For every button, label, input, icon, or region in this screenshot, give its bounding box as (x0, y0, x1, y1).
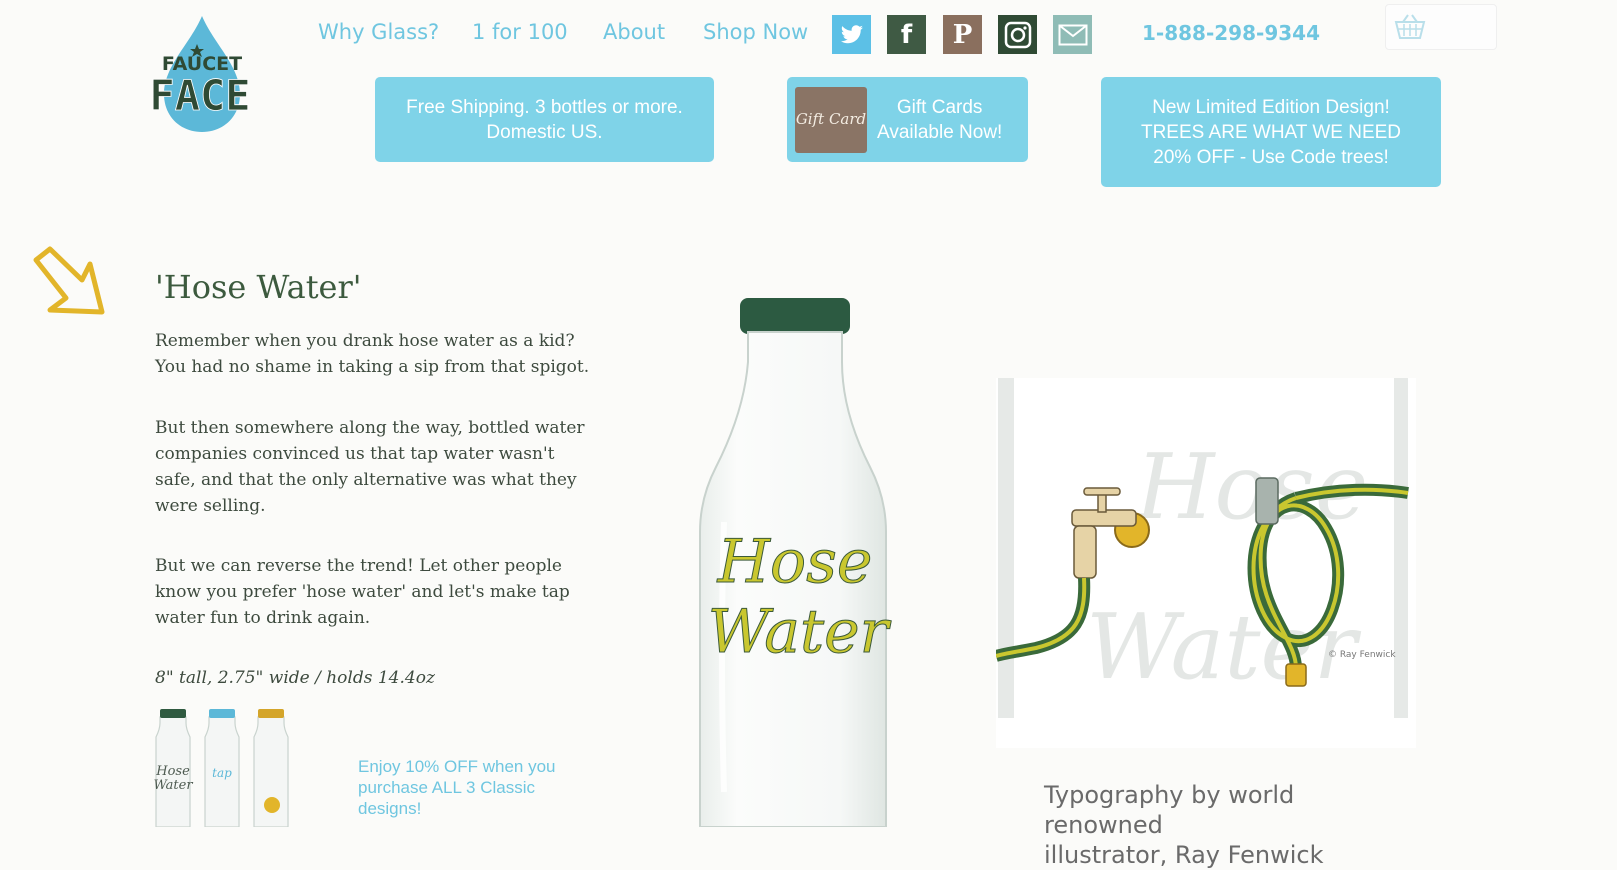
svg-text:FACE: FACE (150, 71, 251, 120)
svg-text:Water: Water (708, 597, 892, 667)
free-shipping-line1: Free Shipping. 3 bottles or more. (406, 96, 683, 118)
email-icon[interactable] (1053, 15, 1092, 54)
water-drop-icon: FAUCET FACE (149, 16, 251, 132)
limited-edition-line1: New Limited Edition Design! (1152, 96, 1390, 118)
caption-line2: illustrator, Ray Fenwick (1044, 841, 1324, 869)
caption-line1: Typography by world renowned (1044, 781, 1295, 839)
instagram-icon[interactable] (998, 15, 1037, 54)
limited-edition-banner[interactable]: New Limited Edition Design! TREES ARE WHA… (1101, 77, 1441, 187)
product-spec: 8" tall, 2.75" wide / holds 14.4oz (155, 668, 435, 688)
bundle-promo-link[interactable]: Enjoy 10% OFF when you purchase ALL 3 Cl… (358, 756, 578, 819)
basket-icon (1394, 14, 1426, 39)
hose-illustration-image: Hose Water © Ray Fenwick (996, 378, 1416, 748)
limited-edition-line3: 20% OFF - Use Code trees! (1153, 146, 1389, 168)
cart-button[interactable] (1385, 4, 1497, 50)
gift-cards-line2: Available Now! (877, 121, 1003, 143)
free-shipping-banner[interactable]: Free Shipping. 3 bottles or more. Domesti… (375, 77, 714, 162)
product-paragraph-1: Remember when you drank hose water as a … (155, 331, 590, 377)
svg-text:Water: Water (153, 778, 193, 793)
svg-text:Hose: Hose (717, 527, 873, 597)
typography-caption: Typography by world renowned illustrator… (1044, 780, 1404, 870)
phone-number[interactable]: 1-888-298-9344 (1142, 21, 1320, 45)
nav-about[interactable]: About (603, 20, 665, 44)
nav-why-glass[interactable]: Why Glass? (318, 20, 439, 44)
gift-card-image: Gift Card (795, 86, 867, 153)
nav-shop-now[interactable]: Shop Now (703, 20, 808, 44)
svg-text:Water: Water (1086, 595, 1362, 700)
pinterest-icon[interactable]: P (943, 15, 982, 54)
twitter-icon[interactable] (832, 15, 871, 54)
gift-cards-banner[interactable]: Gift Card Gift Cards Available Now! (787, 77, 1028, 162)
svg-text:© Ray Fenwick: © Ray Fenwick (1328, 650, 1396, 660)
svg-text:Hose: Hose (155, 764, 190, 779)
gift-cards-line1: Gift Cards (896, 96, 983, 118)
nav-1-for-100[interactable]: 1 for 100 (472, 20, 568, 44)
free-shipping-line2: Domestic US. (486, 121, 603, 143)
limited-edition-line2: TREES ARE WHAT WE NEED (1140, 121, 1402, 143)
faucet-face-logo[interactable]: FAUCET FACE (149, 14, 255, 134)
facebook-icon[interactable]: f (887, 15, 926, 54)
arrow-icon (33, 246, 105, 315)
classic-bottles-thumbnail[interactable]: Hose Water tap (152, 705, 297, 827)
product-paragraph-3: But we can reverse the trend! Let other … (155, 556, 570, 628)
bottle-image: Hose Water (699, 298, 892, 827)
product-title: 'Hose Water' (155, 268, 362, 306)
svg-text:tap: tap (212, 766, 232, 780)
product-paragraph-2: But then somewhere along the way, bottle… (155, 418, 585, 516)
